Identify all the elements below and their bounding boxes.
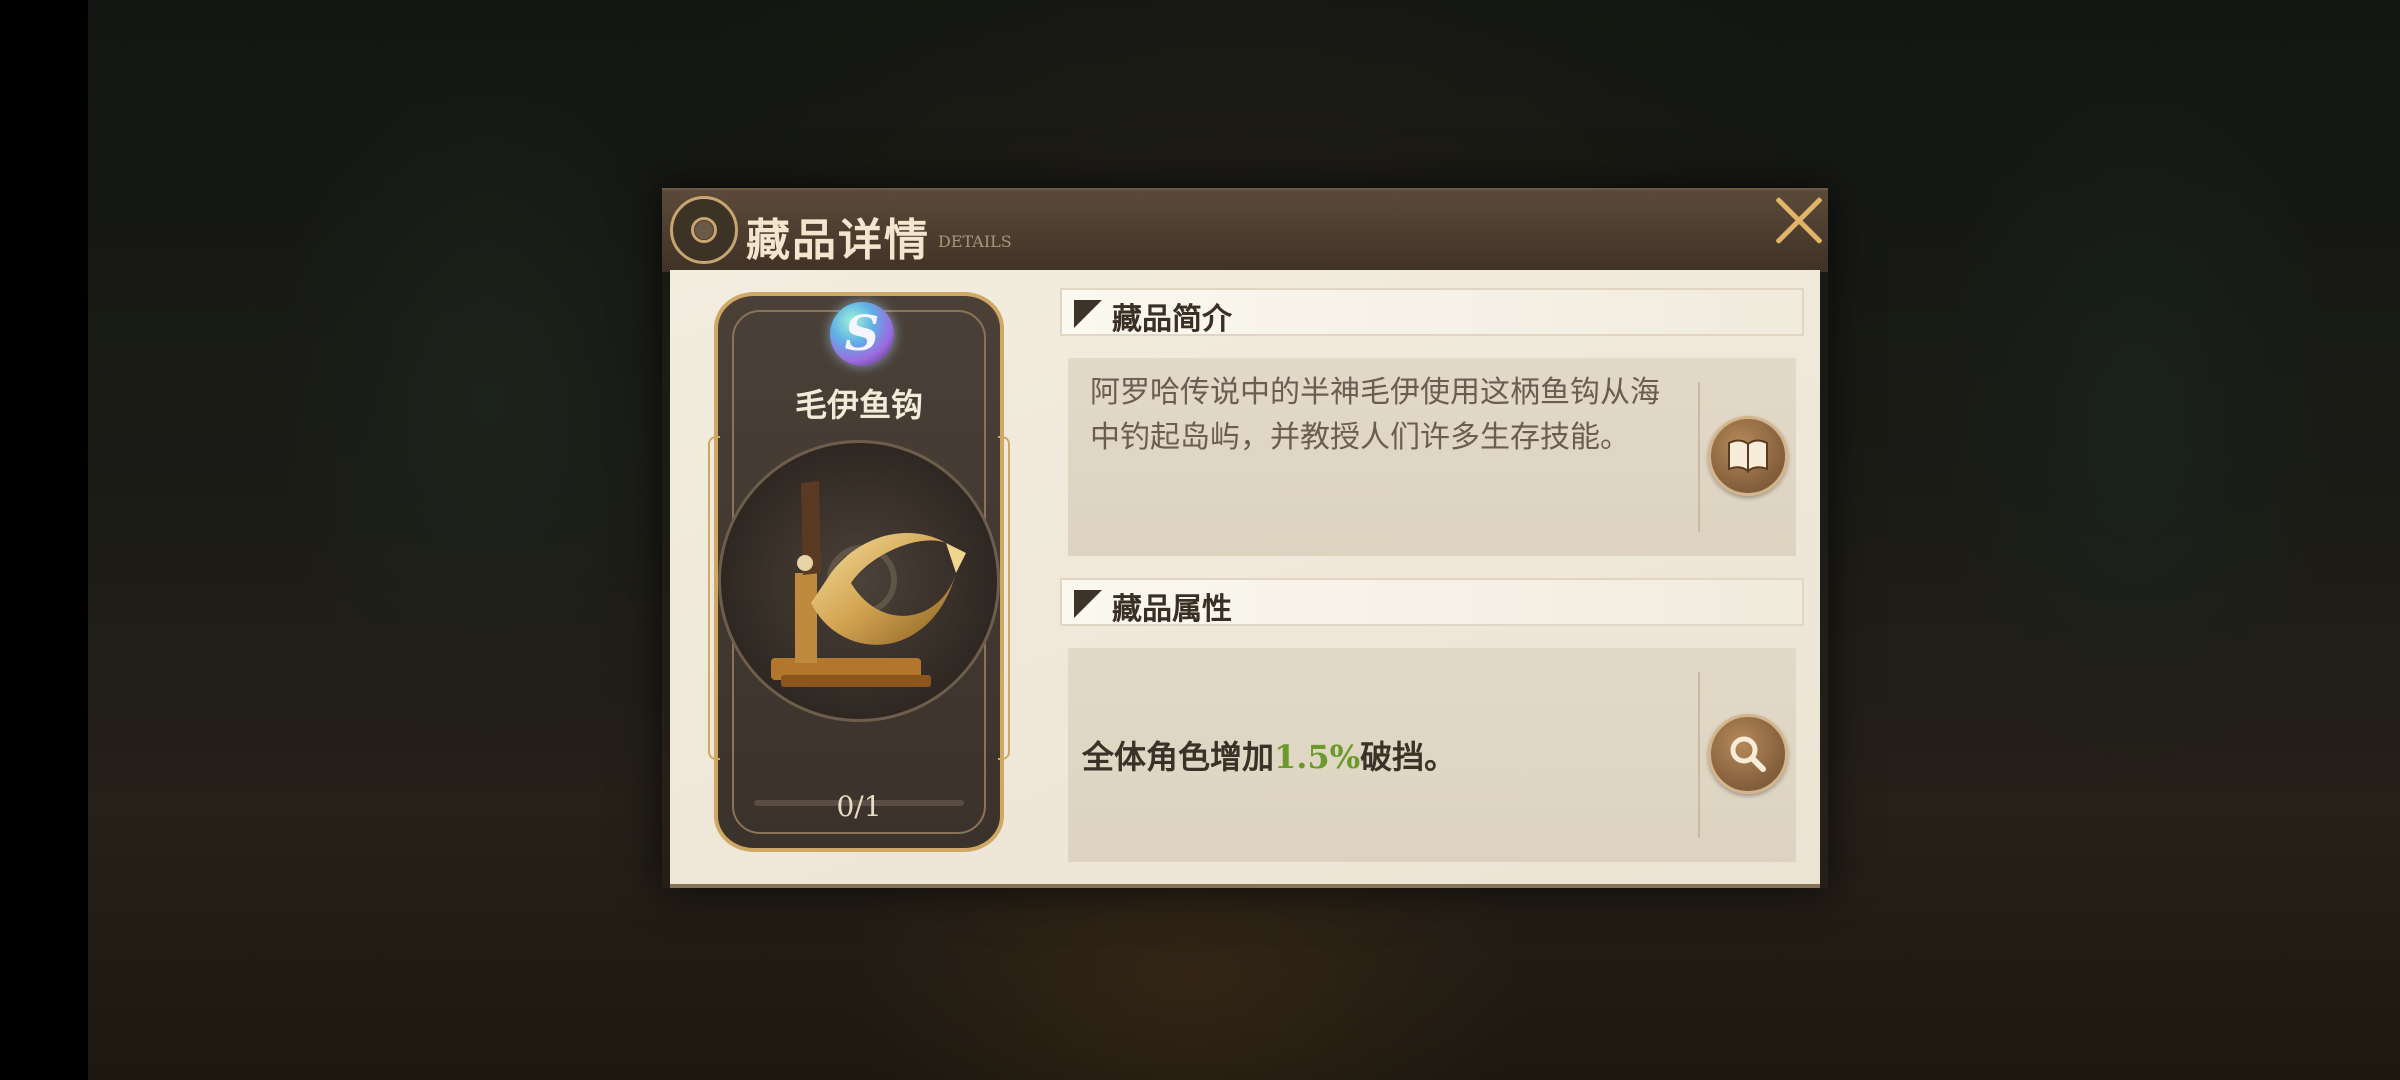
attributes-panel: 全体角色增加1.5%破挡。 (1068, 648, 1796, 862)
dialog-body: S 毛伊鱼钩 0/1 藏品简介 阿罗哈传说中的半神毛伊使用这柄鱼钩从海中钓起岛屿… (670, 270, 1820, 888)
intro-panel: 阿罗哈传说中的半神毛伊使用这柄鱼钩从海中钓起岛屿，并教授人们许多生存技能。 (1068, 358, 1796, 556)
emblem-icon (670, 196, 738, 264)
rarity-badge: S (830, 302, 894, 366)
item-name: 毛伊鱼钩 (794, 386, 923, 424)
close-icon[interactable] (1764, 186, 1834, 256)
intro-section-header: 藏品简介 (1060, 288, 1804, 337)
magnifier-icon (1730, 736, 1766, 772)
intro-description: 阿罗哈传说中的半神毛伊使用这柄鱼钩从海中钓起岛屿，并教授人们许多生存技能。 (1090, 375, 1660, 455)
book-icon (1728, 439, 1768, 474)
collection-count: 0/1 (836, 790, 882, 823)
attributes-section-header: 藏品属性 (1060, 578, 1804, 627)
attribute-text-before: 全体角色增加 (1082, 738, 1275, 776)
triangle-marker-icon (1074, 300, 1102, 328)
attribute-description: 全体角色增加1.5%破挡。 (1082, 732, 1456, 778)
attribute-value: 1.5% (1274, 738, 1361, 776)
intro-section-title: 藏品简介 (1112, 302, 1232, 337)
book-button[interactable] (1708, 416, 1788, 496)
attribute-text-after: 破挡。 (1360, 738, 1457, 776)
dialog-header: 藏品详情 DETAILS (662, 188, 1828, 272)
item-art-frame (718, 440, 1000, 722)
card-frame-right (998, 436, 1010, 760)
dialog-subtitle: DETAILS (938, 232, 1012, 251)
item-card: S 毛伊鱼钩 0/1 (708, 292, 1010, 852)
fish-hook-image (771, 481, 966, 687)
triangle-marker-icon (1074, 590, 1102, 618)
dialog-title: 藏品详情 (746, 215, 930, 266)
collection-details-dialog: 藏品详情 DETAILS S 毛伊鱼钩 0/1 藏品简介 阿罗哈传说中的半神毛伊… (662, 188, 1828, 888)
magnifier-button[interactable] (1708, 714, 1788, 794)
attributes-section-title: 藏品属性 (1112, 592, 1232, 627)
